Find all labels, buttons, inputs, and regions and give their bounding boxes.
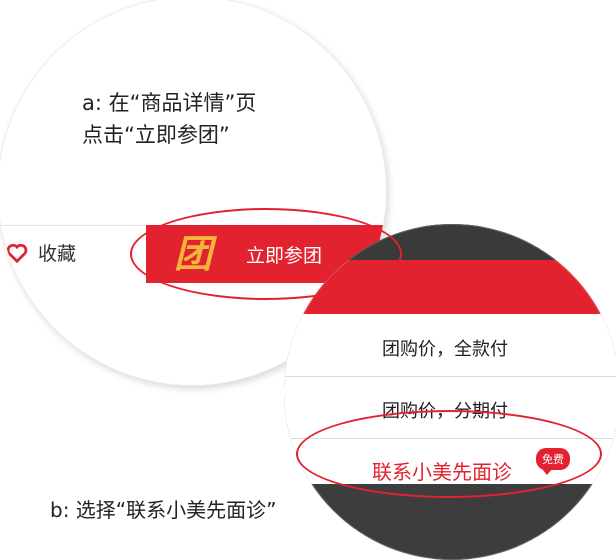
favorite-button[interactable]: 收藏 [6,239,76,266]
step-b-instruction: b: 选择“联系小美先面诊” [50,494,283,523]
red-header-strip [284,260,616,314]
dark-header [284,224,616,260]
option-label: 团购价，全款付 [382,339,508,360]
option-full-payment[interactable]: 团购价，全款付 [284,318,616,377]
option-installment[interactable]: 团购价，分期付 [284,380,616,439]
favorite-label: 收藏 [38,243,77,265]
option-contact-consultation[interactable]: 联系小美先面诊 免费 [284,440,616,498]
group-badge-icon: 团 [173,231,212,276]
option-label: 团购价，分期付 [382,401,508,422]
step-a-instruction: a: 在“商品详情”页 点击“立即参团” [82,87,256,151]
options-sheet: 团购价，全款付 团购价，分期付 联系小美先面诊 免费 [284,314,616,484]
step-a-line2: 点击“立即参团” [82,123,230,147]
option-label: 联系小美先面诊 [372,460,512,484]
step-a-line1: a: 在“商品详情”页 [82,91,257,115]
purchase-options-zoom: 团购价，全款付 团购价，分期付 联系小美先面诊 免费 [284,224,616,560]
free-badge: 免费 [536,448,570,475]
heart-icon [6,243,28,263]
